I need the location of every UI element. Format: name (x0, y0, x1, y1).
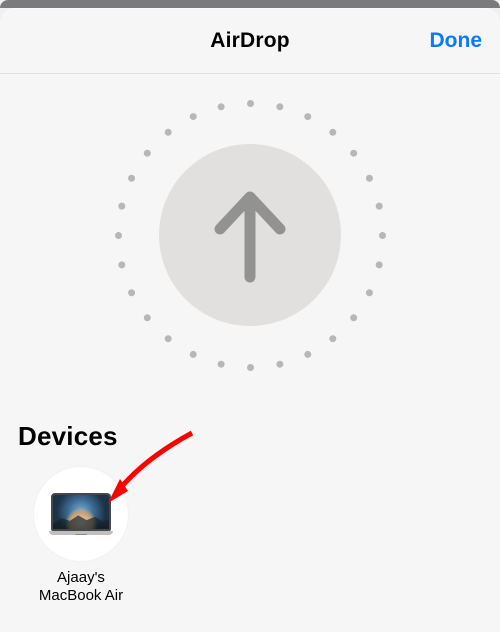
radar-dot (118, 261, 125, 268)
laptop-icon (49, 493, 113, 535)
background-dim (0, 0, 500, 8)
device-avatar (34, 467, 128, 561)
radar-dot (304, 113, 311, 120)
radar-dot (189, 113, 196, 120)
radar-dot (189, 350, 196, 357)
radar-dot (329, 335, 336, 342)
content-area: Devices Ajaay'sMacBook Air (0, 75, 500, 632)
radar-dot (365, 289, 372, 296)
arrow-up-icon (202, 183, 298, 287)
radar-dot (217, 103, 224, 110)
radar-dot (375, 261, 382, 268)
radar-dot (329, 128, 336, 135)
radar-dot (118, 202, 125, 209)
radar-dot (375, 202, 382, 209)
radar-dot (379, 232, 386, 239)
device-item[interactable]: Ajaay'sMacBook Air (26, 467, 136, 606)
radar-dot (247, 100, 254, 107)
radar-dot (164, 128, 171, 135)
airdrop-sheet: AirDrop Done Devices Ajaay'sMacBook Air (0, 8, 500, 632)
device-name-label: Ajaay'sMacBook Air (39, 569, 123, 606)
airdrop-radar-graphic (110, 95, 390, 375)
radar-dot (143, 314, 150, 321)
radar-dot (276, 360, 283, 367)
radar-dot (350, 314, 357, 321)
nav-bar: AirDrop Done (0, 8, 500, 74)
page-title: AirDrop (210, 29, 290, 53)
radar-dot (247, 364, 254, 371)
radar-dot (350, 149, 357, 156)
radar-dot (128, 289, 135, 296)
radar-dot (128, 174, 135, 181)
done-button[interactable]: Done (430, 8, 483, 73)
radar-dot (115, 232, 122, 239)
radar-dot (276, 103, 283, 110)
radar-dot (365, 174, 372, 181)
radar-dot (143, 149, 150, 156)
radar-dot (217, 360, 224, 367)
devices-heading: Devices (18, 421, 118, 452)
radar-dot (164, 335, 171, 342)
radar-dot (304, 350, 311, 357)
